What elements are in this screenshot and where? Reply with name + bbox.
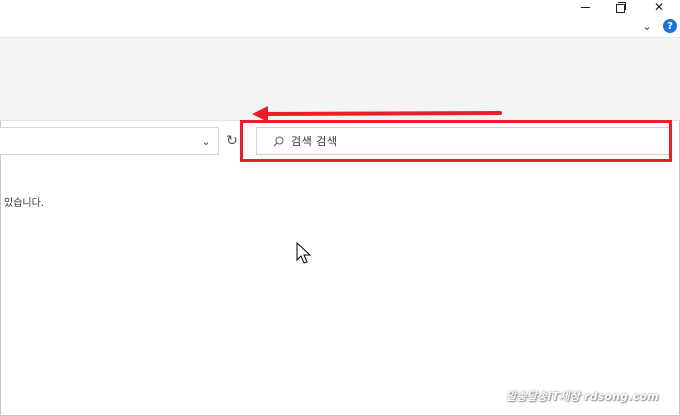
- chevron-down-icon: ⌄: [642, 19, 652, 33]
- restore-button[interactable]: [603, 0, 639, 14]
- address-bar[interactable]: [0, 127, 219, 155]
- title-bar: ✕ ⌄ ?: [0, 0, 680, 37]
- empty-folder-message: 있습니다.: [4, 198, 44, 209]
- refresh-button[interactable]: ↻: [222, 127, 242, 154]
- search-text: 검색 검색: [291, 135, 338, 148]
- search-icon: [269, 136, 287, 147]
- search-input[interactable]: 검색 검색: [256, 127, 672, 155]
- close-button[interactable]: ✕: [641, 0, 677, 14]
- address-dropdown-button[interactable]: ⌄: [196, 130, 216, 152]
- expand-ribbon-button[interactable]: ⌄: [640, 19, 654, 33]
- close-icon: ✕: [653, 0, 665, 14]
- annotation-arrow: [252, 106, 502, 122]
- chevron-down-icon: ⌄: [201, 134, 211, 148]
- watermark: 알송달송IT세상 rdsong.com: [506, 390, 659, 403]
- minimize-button[interactable]: [567, 0, 603, 14]
- restore-icon: [616, 2, 626, 13]
- mouse-cursor-icon: [296, 242, 312, 264]
- help-icon[interactable]: ?: [663, 19, 677, 33]
- minimize-icon: [580, 6, 590, 8]
- refresh-icon: ↻: [226, 132, 238, 149]
